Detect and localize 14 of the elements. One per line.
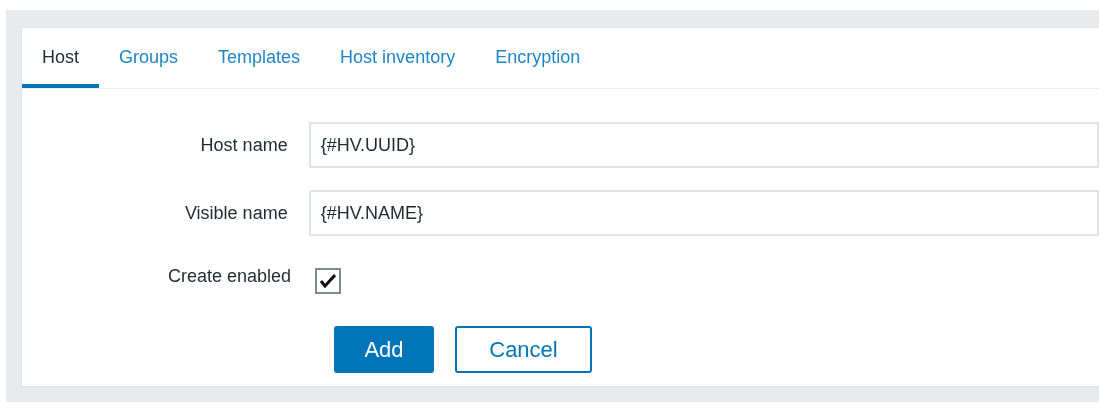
tab[interactable]: Groups bbox=[99, 28, 199, 88]
checkbox[interactable] bbox=[315, 268, 341, 294]
text-field[interactable]: {#HV.NAME} bbox=[308, 190, 1099, 236]
checkmark-icon bbox=[320, 274, 336, 288]
tab[interactable]: Templates bbox=[198, 28, 321, 88]
text-field[interactable]: {#HV.UUID} bbox=[308, 122, 1099, 168]
add-button[interactable]: Add bbox=[334, 326, 434, 373]
tab[interactable]: Host bbox=[22, 28, 99, 88]
field-label: Host name bbox=[199, 133, 289, 157]
field-label: Visible name bbox=[183, 201, 289, 225]
cancel-button[interactable]: Cancel bbox=[455, 326, 592, 373]
tab[interactable]: Host inventory bbox=[320, 28, 476, 88]
field-label: Create enabled bbox=[166, 264, 292, 288]
tab[interactable]: Encryption bbox=[475, 28, 601, 88]
